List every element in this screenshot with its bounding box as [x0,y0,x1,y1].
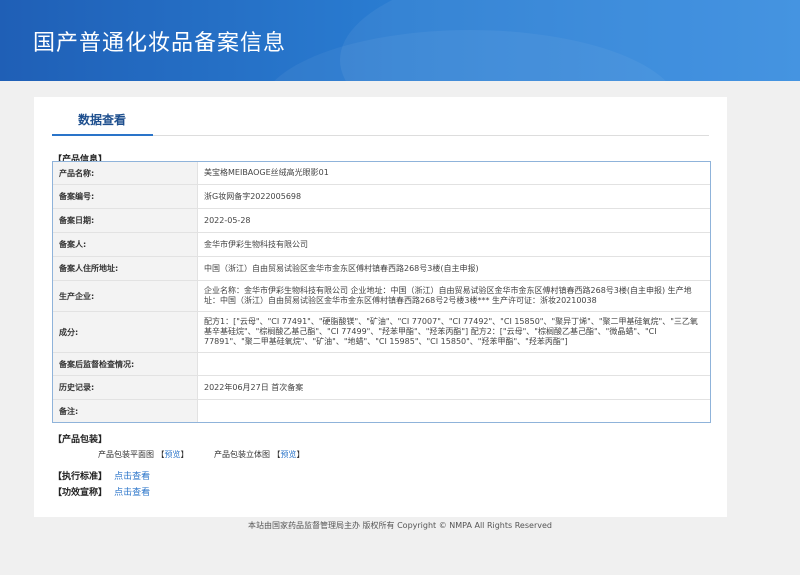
row-label: 生产企业: [53,281,198,311]
preview-flat-link[interactable]: 预览 [165,450,181,459]
table-row: 历史记录: 2022年06月27日 首次备案 [53,376,710,400]
row-label: 历史记录: [53,376,198,399]
row-value: 浙G妆网备字2022005698 [204,191,302,201]
section-title-packaging: 【产品包装】 [53,435,108,445]
row-value: 2022年06月27日 首次备案 [204,382,304,392]
product-info-table: 产品名称: 美宝格MEIBAOGE丝绒高光眼影01 备案编号: 浙G妆网备字20… [52,161,711,423]
row-value: 金华市伊彩生物科技有限公司 [204,239,308,249]
row-label: 备注: [53,400,198,422]
standards-view-link[interactable]: 点击查看 [114,472,150,482]
row-label: 成分: [53,312,198,352]
row-label: 备案日期: [53,209,198,232]
table-row: 备注: [53,400,710,422]
row-value: 美宝格MEIBAOGE丝绒高光眼影01 [204,168,329,177]
bracket-open: 【 [272,450,281,459]
preview-solid-link[interactable]: 预览 [281,450,297,459]
row-label: 备案人: [53,233,198,256]
packaging-solid: 产品包装立体图 【预览】 [214,449,305,460]
row-value: 中国（浙江）自由贸易试验区金华市金东区傅村镇春西路268号3楼(自主申报) [204,263,479,273]
page-header: 国产普通化妆品备案信息 [0,0,800,81]
row-label: 备案人住所地址: [53,257,198,280]
row-value: 2022-05-28 [204,215,251,225]
table-row: 备案后监督检查情况: [53,353,710,376]
table-row: 备案编号: 浙G妆网备字2022005698 [53,185,710,209]
table-row: 成分: 配方1：["云母"、"CI 77491"、"硬脂酸镁"、"矿油"、"CI… [53,312,710,353]
row-value [198,353,710,375]
packaging-solid-label: 产品包装立体图 [214,450,270,459]
bracket-close: 】 [180,450,189,459]
row-label: 备案后监督检查情况: [53,353,198,375]
section-efficacy: 【功效宣称】 点击查看 [53,485,150,498]
row-value: 配方1：["云母"、"CI 77491"、"硬脂酸镁"、"矿油"、"CI 770… [204,317,698,346]
table-row: 备案人: 金华市伊彩生物科技有限公司 [53,233,710,257]
table-row: 产品名称: 美宝格MEIBAOGE丝绒高光眼影01 [53,162,710,185]
page-footer: 本站由国家药品监督管理局主办 版权所有 Copyright © NMPA All… [248,521,552,530]
table-row: 备案日期: 2022-05-28 [53,209,710,233]
packaging-flat: 产品包装平面图 【预览】 [98,449,189,460]
row-value [198,400,710,422]
row-label: 产品名称: [53,162,198,184]
tab-active-indicator [52,134,153,136]
row-label: 备案编号: [53,185,198,208]
table-row: 生产企业: 企业名称：金华市伊彩生物科技有限公司 企业地址：中国（浙江）自由贸易… [53,281,710,312]
page-title: 国产普通化妆品备案信息 [33,31,287,56]
table-row: 备案人住所地址: 中国（浙江）自由贸易试验区金华市金东区傅村镇春西路268号3楼… [53,257,710,281]
bracket-close: 】 [296,450,305,459]
packaging-flat-label: 产品包装平面图 [98,450,154,459]
content-card: 数据查看 【产品信息】 产品名称: 美宝格MEIBAOGE丝绒高光眼影01 备案… [34,97,727,517]
bracket-open: 【 [156,450,165,459]
section-title-efficacy: 【功效宣称】 [53,488,108,498]
section-standards: 【执行标准】 点击查看 [53,469,150,482]
section-title-standards: 【执行标准】 [53,472,108,482]
efficacy-view-link[interactable]: 点击查看 [114,488,150,498]
row-value: 企业名称：金华市伊彩生物科技有限公司 企业地址：中国（浙江）自由贸易试验区金华市… [204,286,692,305]
